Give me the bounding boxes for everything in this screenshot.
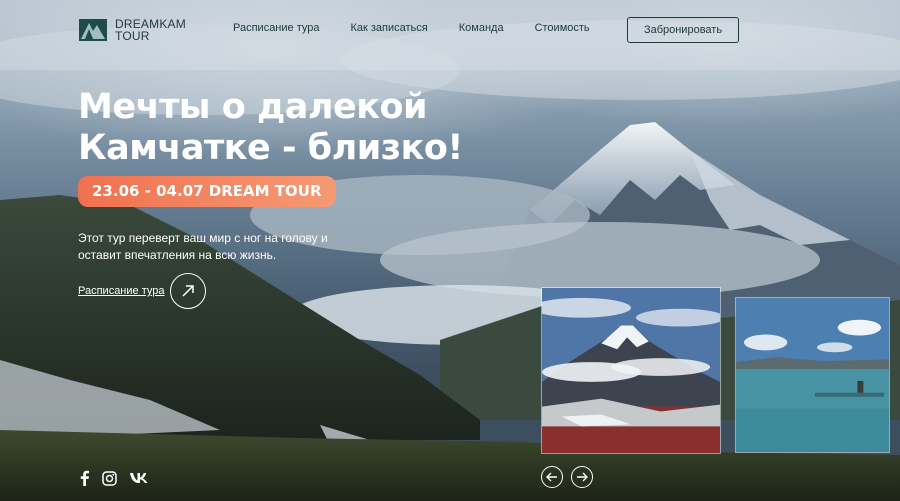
instagram-icon [102,470,117,486]
hero-description-line-2: оставит впечатления на всю жизнь. [78,248,277,262]
bay-photo [736,298,889,452]
volcano-photo [542,288,720,453]
hero-description: Этот тур переверт ваш мир с ног на голов… [78,230,348,264]
vk-link[interactable] [129,472,149,484]
slider-next-button[interactable] [571,466,593,488]
logo-line-2: TOUR [115,29,150,43]
arrow-right-icon [577,472,588,482]
slider-prev-button[interactable] [541,466,563,488]
logo[interactable]: DREAMKAM TOUR [79,18,186,42]
arrow-left-icon [546,472,557,482]
facebook-icon [80,470,89,486]
schedule-link[interactable]: Расписание тура [78,285,164,297]
vk-icon [130,473,148,483]
site-header: DREAMKAM TOUR Расписание тура Как записа… [0,0,900,60]
instagram-link[interactable] [102,470,117,486]
arrow-up-right-icon [182,285,194,297]
tour-dates-badge: 23.06 - 04.07 DREAM TOUR [78,176,336,207]
logo-text: DREAMKAM TOUR [115,18,186,42]
book-button[interactable]: Забронировать [627,17,739,43]
nav-item-team[interactable]: Команда [459,22,504,34]
hero-title: Мечты о далекой Камчатке - близко! [78,87,498,169]
main-nav: Расписание тура Как записаться Команда С… [233,22,621,34]
gallery-card-volcano[interactable] [541,287,721,454]
nav-item-schedule[interactable]: Расписание тура [233,22,319,34]
gallery-card-bay[interactable] [735,297,890,453]
hero-description-line-1: Этот тур переверт ваш мир с ног на голов… [78,231,328,245]
social-links [80,470,161,486]
schedule-arrow-button[interactable] [170,273,206,309]
hero-title-line-1: Мечты о далекой [78,87,428,127]
nav-item-price[interactable]: Стоимость [535,22,590,34]
facebook-link[interactable] [80,470,90,486]
nav-item-how-to-join[interactable]: Как записаться [350,22,427,34]
hero-title-line-2: Камчатке - близко! [78,128,463,168]
logo-mountain-icon [79,19,107,41]
